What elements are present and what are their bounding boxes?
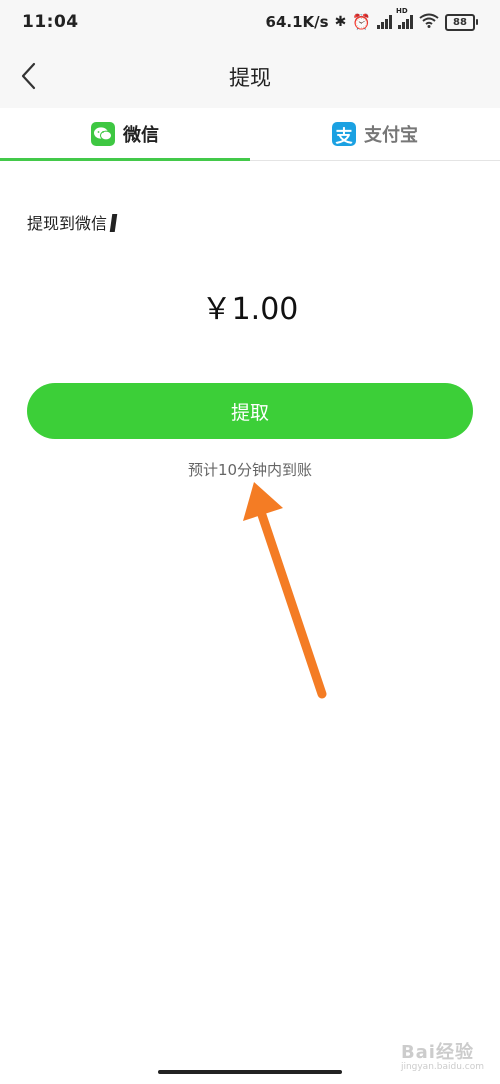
alarm-icon: ⏰ — [352, 13, 371, 31]
alipay-icon: 支 — [332, 122, 356, 147]
net-speed: 64.1K/s — [265, 13, 329, 31]
tab-wechat[interactable]: 微信 — [0, 108, 250, 161]
withdraw-button[interactable]: 提取 — [27, 383, 473, 439]
tab-label: 微信 — [123, 125, 159, 146]
status-bar: 11:04 64.1K/s ✱ ⏰ HD 88 — [0, 0, 500, 44]
watermark-text: Bai经验 — [400, 1042, 474, 1063]
wechat-icon — [91, 122, 115, 146]
battery-icon: 88 — [445, 13, 478, 31]
withdraw-target-label: 提现到微信 — [27, 214, 108, 233]
header: 提现 — [0, 44, 500, 108]
annotation-arrow-icon — [243, 482, 327, 699]
wifi-icon — [419, 13, 439, 32]
home-indicator[interactable] — [158, 1070, 342, 1074]
arrival-hint: 预计10分钟内到账 — [187, 461, 313, 479]
amount-value: ￥1.00 — [201, 292, 299, 327]
bluetooth-icon: ✱ — [334, 14, 347, 30]
status-time: 11:04 — [22, 12, 79, 32]
watermark: Bai经验 jingyan.baidu.com — [401, 1038, 484, 1072]
active-tab-indicator — [0, 158, 250, 161]
tab-label: 支付宝 — [364, 125, 418, 146]
battery-level: 88 — [445, 13, 475, 31]
page-title: 提现 — [229, 66, 271, 90]
status-icons: 64.1K/s ✱ ⏰ HD 88 — [265, 7, 478, 33]
watermark-sub: jingyan.baidu.com — [400, 1062, 484, 1072]
tab-alipay[interactable]: 支 支付宝 — [250, 108, 500, 160]
payment-tabs: 微信 支 支付宝 — [0, 108, 500, 161]
signal-icon — [377, 15, 392, 29]
hd-label: HD — [396, 7, 408, 15]
mouse-cursor — [109, 214, 118, 232]
signal-hd-icon: HD — [396, 7, 413, 29]
